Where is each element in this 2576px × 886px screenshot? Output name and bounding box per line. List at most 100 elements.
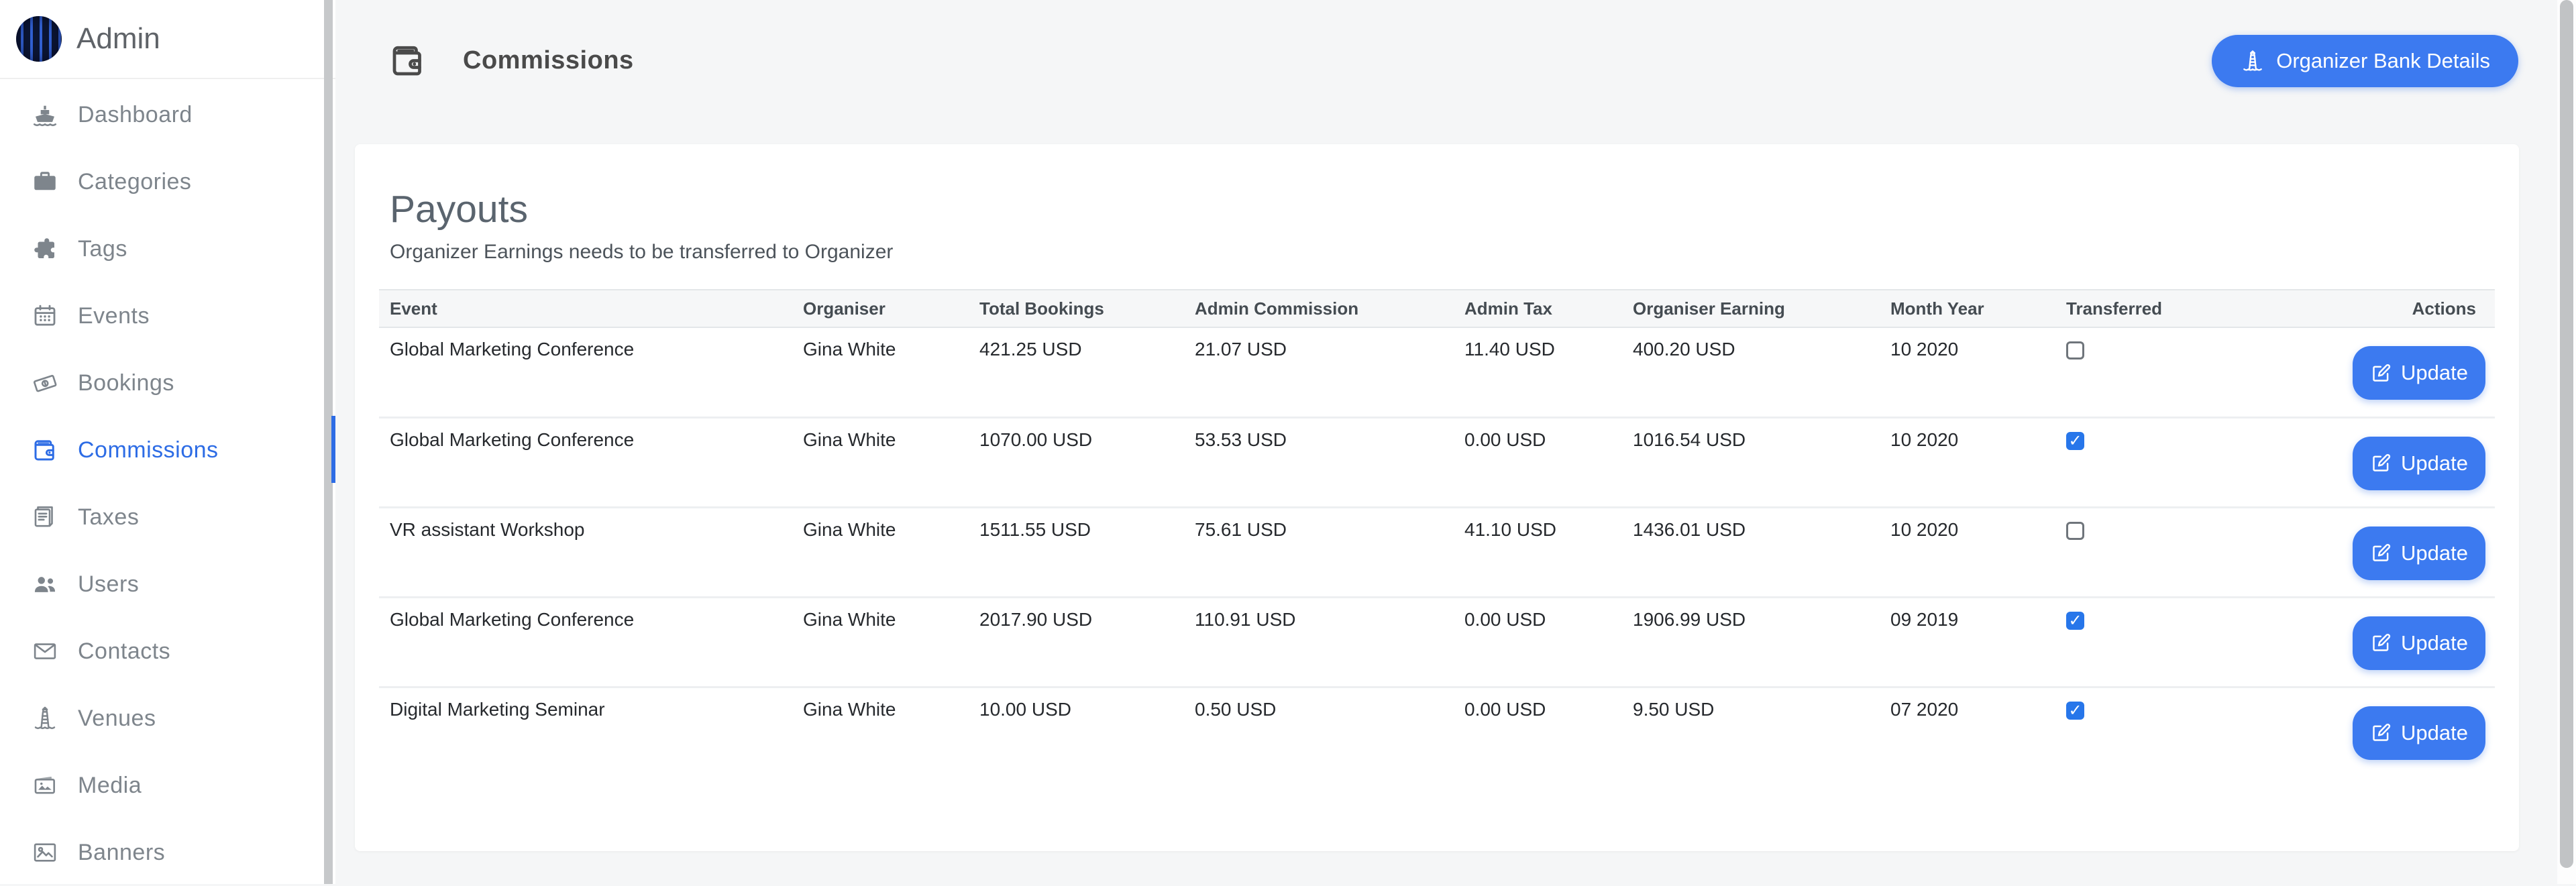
table-body: Global Marketing ConferenceGina White421… xyxy=(379,327,2495,777)
cell-total-bookings: 2017.90 USD xyxy=(969,597,1184,687)
sidebar-item-media[interactable]: Media xyxy=(0,752,322,819)
cell-organiser: Gina White xyxy=(792,507,969,597)
update-button[interactable]: Update xyxy=(2353,346,2485,400)
sidebar-item-label: Events xyxy=(78,303,150,329)
sidebar-item-dashboard[interactable]: Dashboard xyxy=(0,81,322,148)
update-button[interactable]: Update xyxy=(2353,527,2485,580)
cell-month-year: 10 2020 xyxy=(1880,417,2055,507)
payouts-subtitle: Organizer Earnings needs to be transferr… xyxy=(390,241,2495,264)
edit-icon xyxy=(2370,722,2392,744)
cell-event: Global Marketing Conference xyxy=(379,417,792,507)
payouts-table: EventOrganiserTotal BookingsAdmin Commis… xyxy=(379,289,2495,777)
wallet-icon xyxy=(388,40,428,80)
edit-icon xyxy=(2370,542,2392,564)
sidebar-item-label: Tags xyxy=(78,236,127,262)
photos-icon xyxy=(31,771,59,799)
sidebar: Admin Dashboard Categories Tags Events Booki… xyxy=(0,0,335,884)
cell-admin-tax: 0.00 USD xyxy=(1454,687,1622,777)
sidebar-item-taxes[interactable]: Taxes xyxy=(0,484,322,551)
cell-actions: Update xyxy=(2337,327,2495,417)
sidebar-item-tags[interactable]: Tags xyxy=(0,215,322,282)
cell-event: Global Marketing Conference xyxy=(379,597,792,687)
admin-avatar xyxy=(16,16,62,62)
table-row: Global Marketing ConferenceGina White421… xyxy=(379,327,2495,417)
puzzle-icon xyxy=(31,235,59,263)
sidebar-item-label: Venues xyxy=(78,706,156,732)
cell-event: Digital Marketing Seminar xyxy=(379,687,792,777)
transferred-checkbox[interactable] xyxy=(2066,432,2084,450)
cell-organiser: Gina White xyxy=(792,687,969,777)
sidebar-item-label: Categories xyxy=(78,169,191,195)
transferred-checkbox[interactable] xyxy=(2066,612,2084,630)
update-button-label: Update xyxy=(2401,361,2468,385)
cell-admin-commission: 75.61 USD xyxy=(1184,507,1454,597)
column-header-admin-tax: Admin Tax xyxy=(1454,290,1622,327)
cell-organiser-earning: 1906.99 USD xyxy=(1622,597,1880,687)
bank-lighthouse-icon xyxy=(2240,48,2265,74)
cell-transferred xyxy=(2055,507,2337,597)
transferred-checkbox[interactable] xyxy=(2066,702,2084,720)
main-content: Commissions Organizer Bank Details Payou… xyxy=(335,0,2557,884)
cell-event: VR assistant Workshop xyxy=(379,507,792,597)
cell-month-year: 09 2019 xyxy=(1880,597,2055,687)
table-row: Digital Marketing SeminarGina White10.00… xyxy=(379,687,2495,777)
cell-organiser: Gina White xyxy=(792,327,969,417)
sidebar-item-label: Dashboard xyxy=(78,102,193,128)
cell-total-bookings: 1511.55 USD xyxy=(969,507,1184,597)
cell-admin-tax: 0.00 USD xyxy=(1454,597,1622,687)
cell-organiser-earning: 9.50 USD xyxy=(1622,687,1880,777)
cell-admin-tax: 11.40 USD xyxy=(1454,327,1622,417)
cell-organiser-earning: 1436.01 USD xyxy=(1622,507,1880,597)
sidebar-item-label: Users xyxy=(78,571,139,598)
cell-actions: Update xyxy=(2337,597,2495,687)
sidebar-item-categories[interactable]: Categories xyxy=(0,148,322,215)
update-button[interactable]: Update xyxy=(2353,437,2485,490)
bank-button-label: Organizer Bank Details xyxy=(2276,49,2490,73)
edit-icon xyxy=(2370,362,2392,384)
sidebar-nav: Dashboard Categories Tags Events Bookings Com… xyxy=(0,81,322,886)
calendar-icon xyxy=(31,302,59,330)
sidebar-item-commissions[interactable]: Commissions xyxy=(0,417,322,484)
sidebar-item-contacts[interactable]: Contacts xyxy=(0,618,322,685)
page-scrollbar[interactable] xyxy=(2557,0,2576,884)
ship-icon xyxy=(31,101,59,129)
lighthouse-icon xyxy=(31,704,59,732)
organizer-bank-details-button[interactable]: Organizer Bank Details xyxy=(2212,35,2518,87)
cell-actions: Update xyxy=(2337,507,2495,597)
cell-total-bookings: 421.25 USD xyxy=(969,327,1184,417)
cell-month-year: 07 2020 xyxy=(1880,687,2055,777)
column-header-month-year: Month Year xyxy=(1880,290,2055,327)
cell-transferred xyxy=(2055,597,2337,687)
update-button-label: Update xyxy=(2401,721,2468,745)
cell-organiser-earning: 400.20 USD xyxy=(1622,327,1880,417)
transferred-checkbox[interactable] xyxy=(2066,522,2084,540)
update-button[interactable]: Update xyxy=(2353,706,2485,760)
update-button[interactable]: Update xyxy=(2353,616,2485,670)
table-row: VR assistant WorkshopGina White1511.55 U… xyxy=(379,507,2495,597)
sidebar-item-events[interactable]: Events xyxy=(0,282,322,349)
update-button-label: Update xyxy=(2401,631,2468,655)
column-header-actions: Actions xyxy=(2337,290,2495,327)
table-row: Global Marketing ConferenceGina White201… xyxy=(379,597,2495,687)
envelope-icon xyxy=(31,637,59,665)
sidebar-item-venues[interactable]: Venues xyxy=(0,685,322,752)
sidebar-item-label: Commissions xyxy=(78,437,219,463)
banknote-icon xyxy=(31,369,59,397)
sidebar-item-banners[interactable]: Banners xyxy=(0,819,322,886)
column-header-event: Event xyxy=(379,290,792,327)
sidebar-item-bookings[interactable]: Bookings xyxy=(0,349,322,417)
cell-admin-commission: 110.91 USD xyxy=(1184,597,1454,687)
column-header-admin-commission: Admin Commission xyxy=(1184,290,1454,327)
scrollbar-thumb[interactable] xyxy=(2560,0,2573,868)
sidebar-header: Admin xyxy=(0,0,335,79)
sidebar-item-label: Taxes xyxy=(78,504,139,531)
update-button-label: Update xyxy=(2401,451,2468,476)
cell-organiser: Gina White xyxy=(792,597,969,687)
cell-transferred xyxy=(2055,327,2337,417)
sidebar-item-users[interactable]: Users xyxy=(0,551,322,618)
sidebar-item-label: Media xyxy=(78,773,142,799)
sidebar-item-label: Contacts xyxy=(78,639,170,665)
sidebar-item-label: Banners xyxy=(78,840,165,866)
cell-admin-tax: 0.00 USD xyxy=(1454,417,1622,507)
transferred-checkbox[interactable] xyxy=(2066,341,2084,359)
